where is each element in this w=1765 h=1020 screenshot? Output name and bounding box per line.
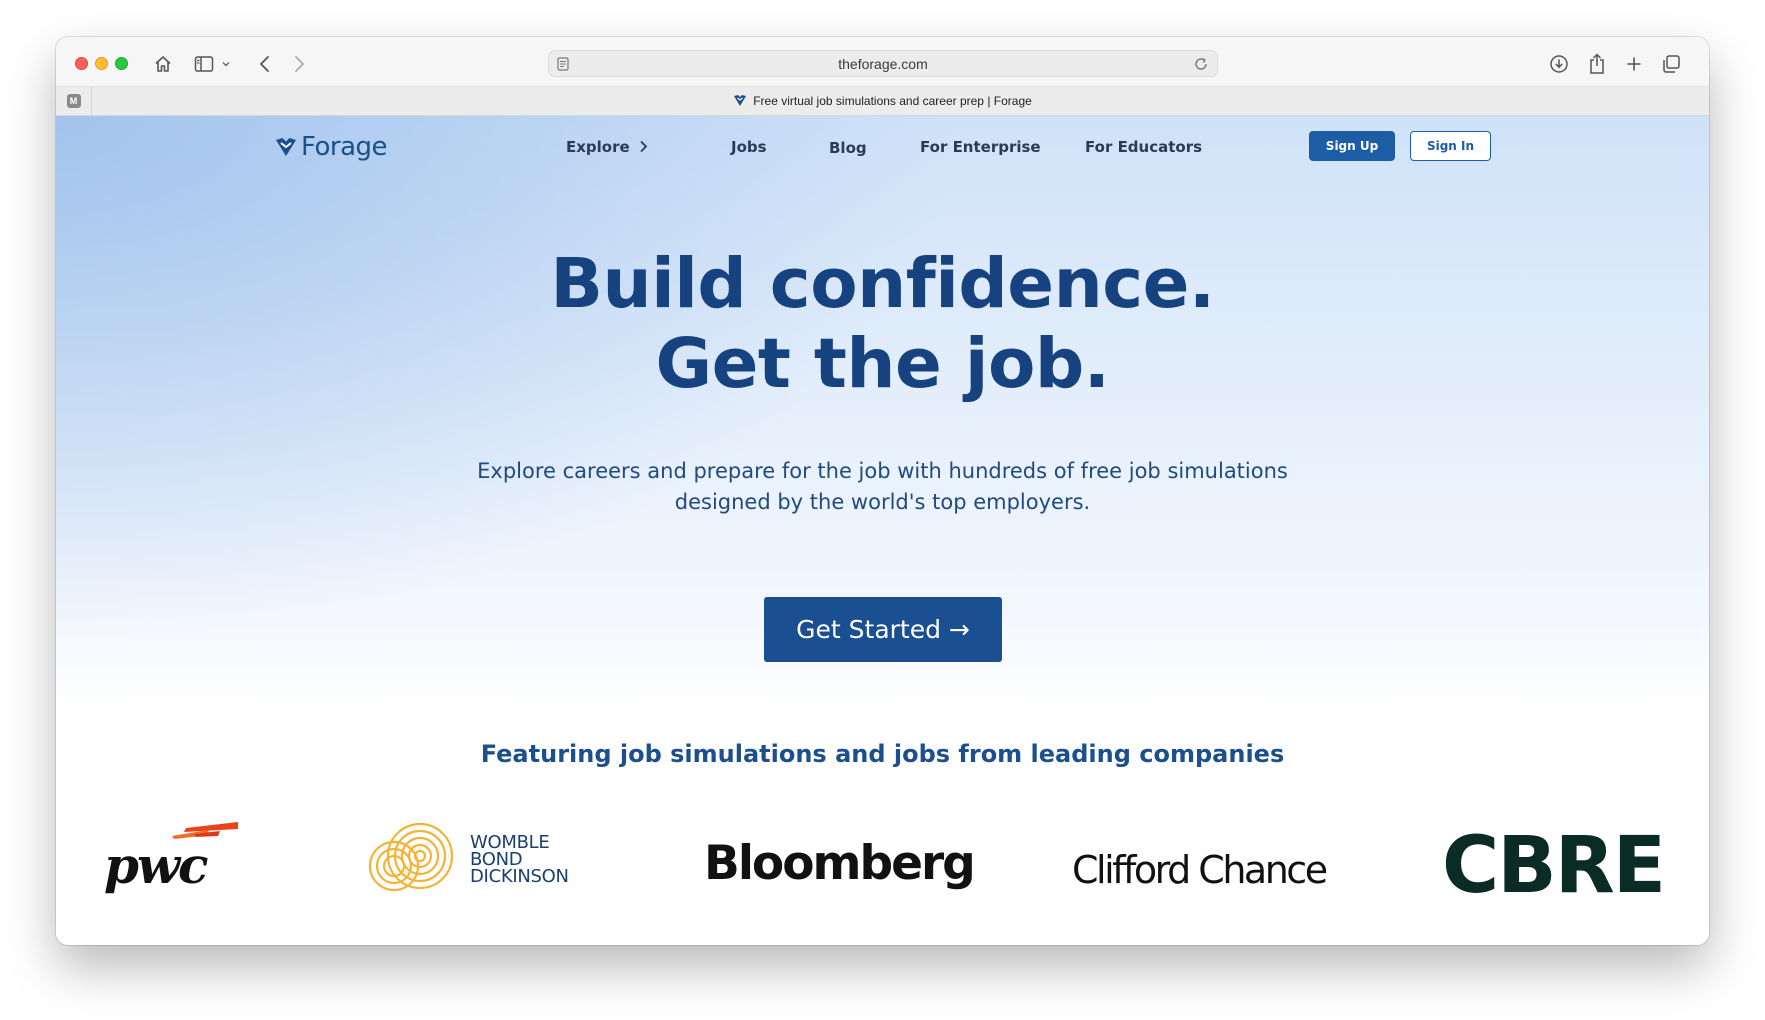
tab-overview-icon[interactable]	[1658, 51, 1684, 77]
zoom-window-button[interactable]	[115, 57, 128, 70]
minimize-window-button[interactable]	[95, 57, 108, 70]
sign-up-button[interactable]: Sign Up	[1309, 131, 1395, 161]
nav-jobs[interactable]: Jobs	[731, 138, 767, 156]
company-logos: pwc WOMBLE BOND DICKINSON Bloomberg Clif…	[56, 816, 1709, 926]
nav-blog[interactable]: Blog	[829, 139, 867, 157]
clifford-chance-logo[interactable]: Clifford Chance	[1072, 848, 1328, 892]
get-started-button[interactable]: Get Started →	[764, 597, 1002, 662]
chevron-right-icon	[639, 139, 648, 157]
hero-title: Build confidence. Get the job.	[56, 244, 1709, 404]
nav-explore-label: Explore	[566, 138, 630, 156]
sign-in-button[interactable]: Sign In	[1410, 131, 1491, 161]
address-bar[interactable]: theforage.com	[548, 50, 1218, 77]
forage-logo[interactable]: Forage	[275, 129, 388, 165]
womble-rings-icon	[368, 822, 454, 892]
page-content: Forage Explore Jobs Blog For Enterprise …	[56, 116, 1709, 945]
new-tab-icon[interactable]	[1621, 51, 1647, 77]
hero-subtitle: Explore careers and prepare for the job …	[56, 456, 1709, 518]
featured-heading: Featuring job simulations and jobs from …	[480, 740, 1285, 768]
pwc-wordmark: pwc	[104, 836, 208, 895]
active-tab[interactable]: Free virtual job simulations and career …	[56, 94, 1709, 110]
nav-explore[interactable]: Explore	[566, 138, 648, 157]
home-icon[interactable]	[150, 51, 176, 77]
tab-title-text: Free virtual job simulations and career …	[753, 94, 1032, 108]
bloomberg-logo[interactable]: Bloomberg	[704, 836, 976, 891]
pwc-logo[interactable]: pwc	[104, 822, 244, 902]
hero-subtitle-line-1: Explore careers and prepare for the job …	[477, 459, 1288, 483]
browser-window: theforage.com M Free virtual job simulat…	[56, 37, 1709, 945]
nav-for-educators[interactable]: For Educators	[1085, 138, 1202, 156]
forage-mark-icon	[276, 138, 296, 156]
hero-title-line-1: Build confidence.	[550, 244, 1215, 324]
womble-line-3: DICKINSON	[470, 866, 569, 887]
logo-text: Forage	[301, 132, 388, 162]
hero-subtitle-line-2: designed by the world's top employers.	[674, 490, 1091, 514]
close-window-button[interactable]	[75, 57, 88, 70]
womble-bond-dickinson-logo[interactable]: WOMBLE BOND DICKINSON	[364, 816, 594, 896]
cbre-logo[interactable]: CBRE	[1442, 826, 1666, 906]
hero-title-line-2: Get the job.	[655, 324, 1110, 404]
forage-favicon-icon	[733, 94, 747, 110]
sidebar-icon[interactable]	[191, 51, 217, 77]
browser-toolbar: theforage.com	[56, 37, 1709, 87]
tab-strip: M Free virtual job simulations and caree…	[56, 87, 1709, 116]
reload-icon[interactable]	[1193, 56, 1209, 77]
nav-for-enterprise[interactable]: For Enterprise	[920, 138, 1041, 156]
womble-wordmark: WOMBLE BOND DICKINSON	[470, 834, 569, 887]
chevron-down-icon[interactable]	[219, 51, 233, 77]
back-icon[interactable]	[252, 51, 278, 77]
share-icon[interactable]	[1584, 51, 1610, 77]
downloads-icon[interactable]	[1546, 51, 1572, 77]
url-text[interactable]: theforage.com	[549, 56, 1217, 72]
forward-icon[interactable]	[286, 51, 312, 77]
